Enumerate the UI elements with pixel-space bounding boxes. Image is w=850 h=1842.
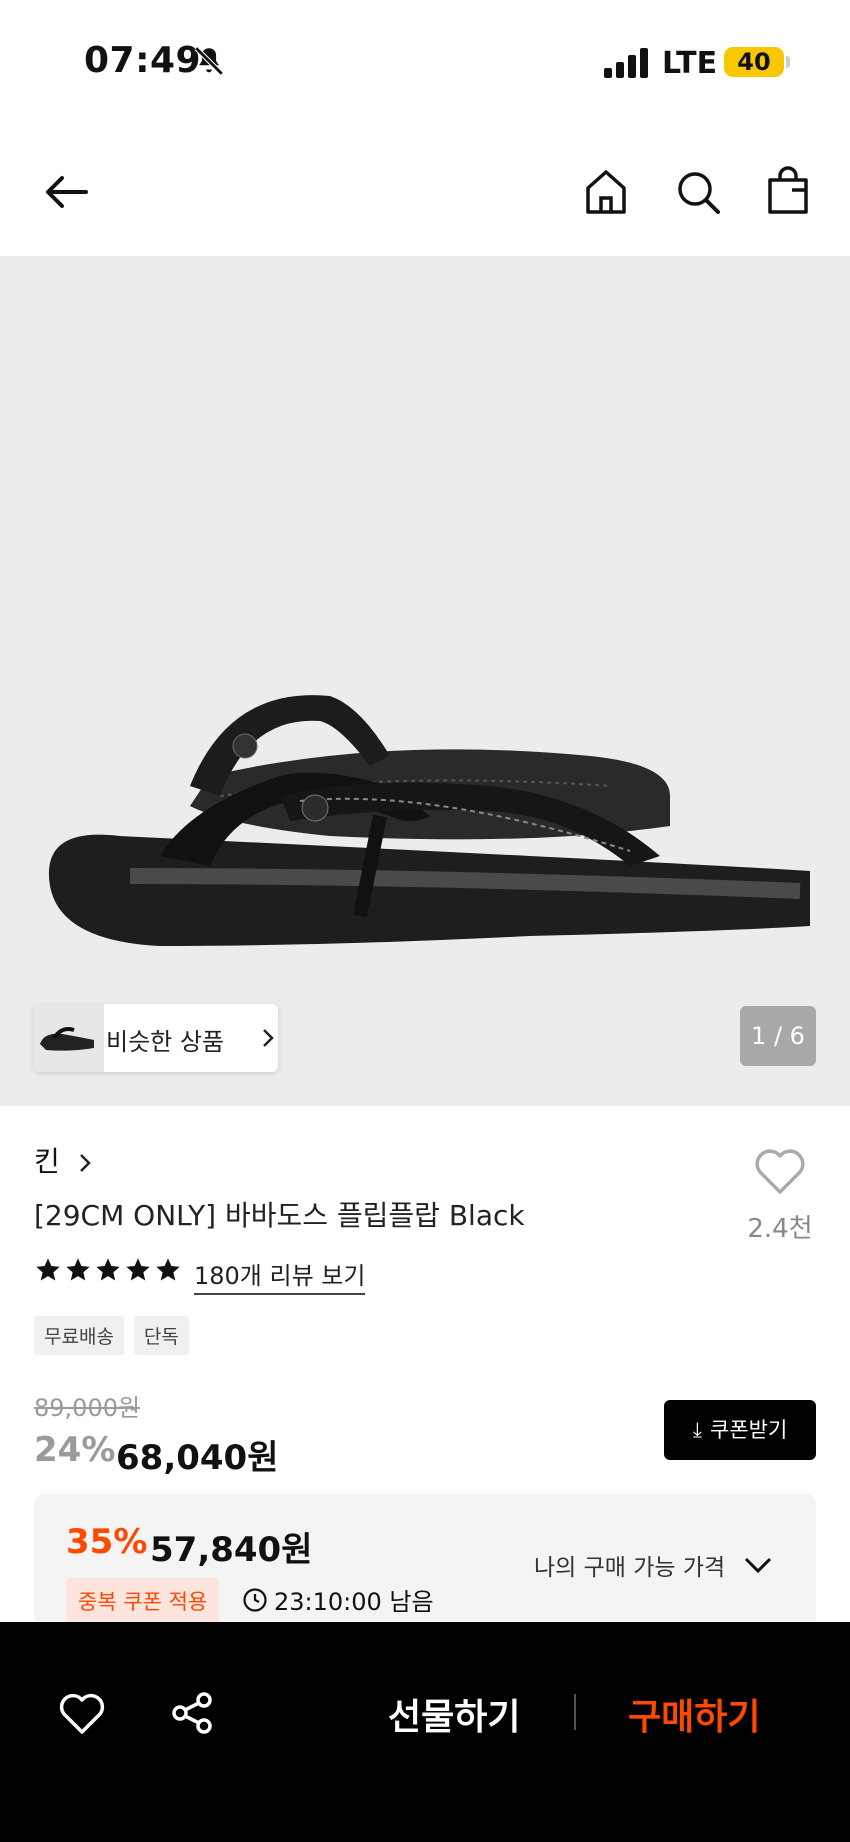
network-label: LTE bbox=[662, 46, 718, 81]
status-time: 07:49 bbox=[84, 40, 202, 81]
brand-name: 킨 bbox=[34, 1145, 60, 1178]
bell-off-icon bbox=[194, 46, 224, 76]
star-icon bbox=[96, 1258, 120, 1281]
rating-stars bbox=[34, 1256, 182, 1288]
search-icon[interactable] bbox=[672, 166, 724, 218]
battery-tip bbox=[786, 56, 790, 68]
review-link[interactable]: 180개 리뷰 보기 bbox=[194, 1256, 366, 1295]
my-price-toggle[interactable]: 나의 구매 가능 가격 bbox=[534, 1548, 775, 1582]
my-price-label: 나의 구매 가능 가격 bbox=[534, 1555, 726, 1581]
divider bbox=[574, 1694, 576, 1730]
similar-thumb-image bbox=[40, 1027, 94, 1051]
home-icon[interactable] bbox=[580, 166, 632, 218]
gift-button[interactable]: 선물하기 bbox=[388, 1688, 520, 1740]
similar-product-thumbnail bbox=[34, 1004, 104, 1072]
back-icon[interactable] bbox=[40, 166, 92, 218]
heart-icon bbox=[755, 1149, 805, 1194]
brand-link[interactable]: 킨 bbox=[34, 1140, 91, 1180]
star-icon bbox=[66, 1258, 90, 1281]
like-count: 2.4천 bbox=[747, 1214, 813, 1244]
battery-icon: 40 bbox=[724, 47, 784, 77]
like-button[interactable]: 2.4천 bbox=[740, 1146, 820, 1245]
image-pager: 1 / 6 bbox=[740, 1006, 816, 1066]
chevron-right-icon bbox=[263, 1029, 274, 1047]
star-icon bbox=[156, 1258, 180, 1281]
duplicate-coupon-badge: 중복 쿠폰 적용 bbox=[66, 1578, 220, 1624]
countdown-timer: 23:10:00 남음 bbox=[242, 1582, 434, 1617]
product-tags: 무료배송 단독 bbox=[34, 1316, 189, 1355]
tag-exclusive: 단독 bbox=[133, 1316, 189, 1355]
best-price: 57,840원 bbox=[150, 1530, 313, 1570]
download-icon: ⤓ bbox=[692, 1418, 702, 1442]
product-image-gallery[interactable]: 비슷한 상품 1 / 6 bbox=[0, 256, 850, 1106]
product-image bbox=[48, 695, 810, 946]
chevron-right-icon bbox=[79, 1154, 91, 1172]
current-price: 68,040원 bbox=[116, 1438, 279, 1478]
share-icon[interactable] bbox=[170, 1690, 216, 1736]
similar-products-button[interactable]: 비슷한 상품 bbox=[34, 1004, 278, 1072]
countdown-text: 23:10:00 남음 bbox=[274, 1588, 434, 1616]
top-nav bbox=[0, 150, 850, 236]
clock-icon bbox=[243, 1587, 267, 1612]
chevron-down-icon bbox=[745, 1557, 772, 1574]
bottom-action-bar: 선물하기 구매하기 bbox=[0, 1622, 850, 1842]
status-bar: 07:49 LTE 40 bbox=[0, 0, 850, 120]
original-price: 89,000원 bbox=[34, 1394, 141, 1422]
star-icon bbox=[126, 1258, 150, 1281]
signal-icon bbox=[604, 48, 648, 78]
product-title: [29CM ONLY] 바바도스 플립플랍 Black bbox=[34, 1199, 525, 1232]
tag-free-shipping: 무료배송 bbox=[34, 1316, 124, 1355]
best-discount-rate: 35% bbox=[66, 1522, 148, 1562]
wishlist-heart-icon[interactable] bbox=[58, 1692, 106, 1736]
coupon-button-label: 쿠폰받기 bbox=[710, 1418, 788, 1442]
similar-products-label: 비슷한 상품 bbox=[106, 1028, 225, 1056]
coupon-download-button[interactable]: ⤓ 쿠폰받기 bbox=[664, 1400, 816, 1460]
discount-rate: 24% bbox=[34, 1430, 116, 1470]
shopping-bag-icon[interactable] bbox=[762, 166, 814, 218]
star-icon bbox=[36, 1258, 60, 1281]
buy-button[interactable]: 구매하기 bbox=[628, 1688, 760, 1740]
